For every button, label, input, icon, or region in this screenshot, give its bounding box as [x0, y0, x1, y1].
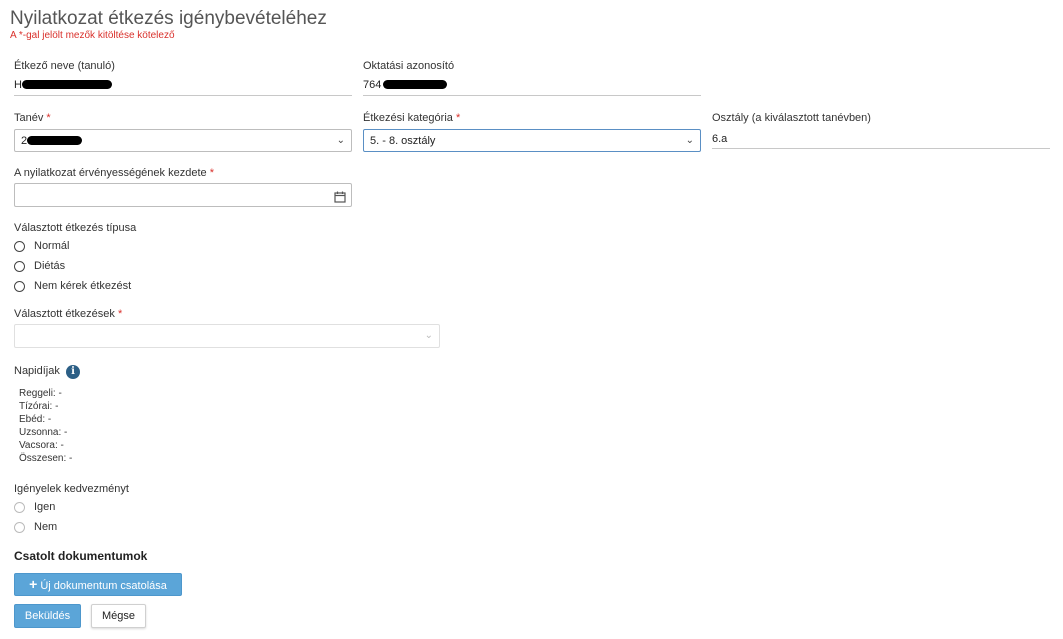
field-underline: [712, 148, 1050, 149]
chevron-down-icon: ⌄: [685, 135, 694, 146]
radio-circle[interactable]: [14, 521, 25, 533]
radio-circle[interactable]: [14, 240, 25, 252]
valid-from-date-input[interactable]: [14, 183, 352, 207]
selected-meals-label-text: Választott étkezések: [14, 308, 115, 320]
required-star: *: [455, 112, 461, 124]
page-title: Nyilatkozat étkezés igénybevételéhez: [10, 8, 327, 29]
fee-total: Összesen: -: [19, 453, 73, 464]
daily-fees-label: Napidíjak: [14, 365, 60, 377]
discount-option-yes[interactable]: Igen: [14, 500, 55, 514]
fee-snack-afternoon: Uzsonna: -: [19, 427, 68, 438]
radio-label: Igen: [34, 501, 56, 513]
redaction-mark: [383, 80, 447, 89]
daily-fees-list: Reggeli: - Tízórai: - Ebéd: - Uzsonna: -…: [19, 387, 72, 465]
category-label-text: Étkezési kategória: [363, 112, 453, 124]
radio-circle[interactable]: [14, 260, 25, 272]
meal-type-option-normal[interactable]: Normál: [14, 239, 69, 253]
info-icon[interactable]: i: [66, 365, 80, 379]
required-note: A *-gal jelölt mezők kitöltése kötelező: [10, 30, 175, 41]
fee-snack-morning: Tízórai: -: [19, 401, 59, 412]
class-field[interactable]: 6.a: [712, 127, 1050, 149]
field-underline: [14, 95, 352, 96]
fee-dinner: Vacsora: -: [19, 440, 64, 451]
valid-from-label: A nyilatkozat érvényességének kezdete *: [14, 167, 214, 179]
radio-label: Nem kérek étkezést: [34, 280, 132, 292]
category-select[interactable]: 5. - 8. osztály ⌄: [363, 129, 701, 152]
student-name-field[interactable]: H: [14, 74, 352, 96]
submit-button[interactable]: Beküldés: [14, 604, 81, 628]
cancel-button[interactable]: Mégse: [91, 604, 146, 628]
school-year-label-text: Tanév: [14, 112, 44, 124]
selected-meals-label: Választott étkezések *: [14, 308, 122, 320]
fee-breakfast: Reggeli: -: [19, 388, 62, 399]
class-value: 6.a: [712, 133, 728, 145]
redaction-mark: [27, 136, 82, 145]
radio-circle[interactable]: [14, 501, 25, 513]
meal-type-option-none[interactable]: Nem kérek étkezést: [14, 279, 131, 293]
documents-heading: Csatolt dokumentumok: [14, 549, 148, 563]
field-underline: [363, 95, 701, 96]
selected-meals-select[interactable]: ⌄: [14, 324, 440, 348]
discount-label: Igényelek kedvezményt: [14, 483, 129, 495]
radio-label: Normál: [34, 240, 70, 252]
chevron-down-icon: ⌄: [336, 135, 345, 146]
valid-from-label-text: A nyilatkozat érvényességének kezdete: [14, 167, 207, 179]
radio-circle[interactable]: [14, 280, 25, 292]
category-value: 5. - 8. osztály: [370, 135, 436, 147]
meal-type-label: Választott étkezés típusa: [14, 222, 137, 234]
chevron-down-icon: ⌄: [424, 330, 433, 341]
redaction-mark: [22, 80, 112, 89]
calendar-icon[interactable]: [334, 189, 346, 203]
required-star: *: [209, 167, 214, 179]
education-id-field[interactable]: 764: [363, 74, 701, 96]
education-id-value: 764: [363, 79, 382, 91]
class-label: Osztály (a kiválasztott tanévben): [712, 112, 871, 124]
student-name-value: H: [14, 79, 22, 91]
add-document-label: Új dokumentum csatolása: [40, 580, 167, 592]
fee-lunch: Ebéd: -: [19, 414, 52, 425]
radio-label: Nem: [34, 521, 58, 533]
meal-type-option-diet[interactable]: Diétás: [14, 259, 65, 273]
required-star: *: [46, 112, 51, 124]
radio-label: Diétás: [34, 260, 66, 272]
student-name-label: Étkező neve (tanuló): [14, 60, 115, 72]
discount-option-no[interactable]: Nem: [14, 520, 57, 534]
education-id-label: Oktatási azonosító: [363, 60, 455, 72]
required-star: *: [117, 308, 123, 320]
plus-icon: +: [29, 576, 38, 592]
add-document-button[interactable]: + Új dokumentum csatolása: [14, 573, 182, 596]
category-label: Étkezési kategória *: [363, 112, 460, 124]
school-year-label: Tanév *: [14, 112, 51, 124]
school-year-select[interactable]: 2 ⌄: [14, 129, 352, 152]
